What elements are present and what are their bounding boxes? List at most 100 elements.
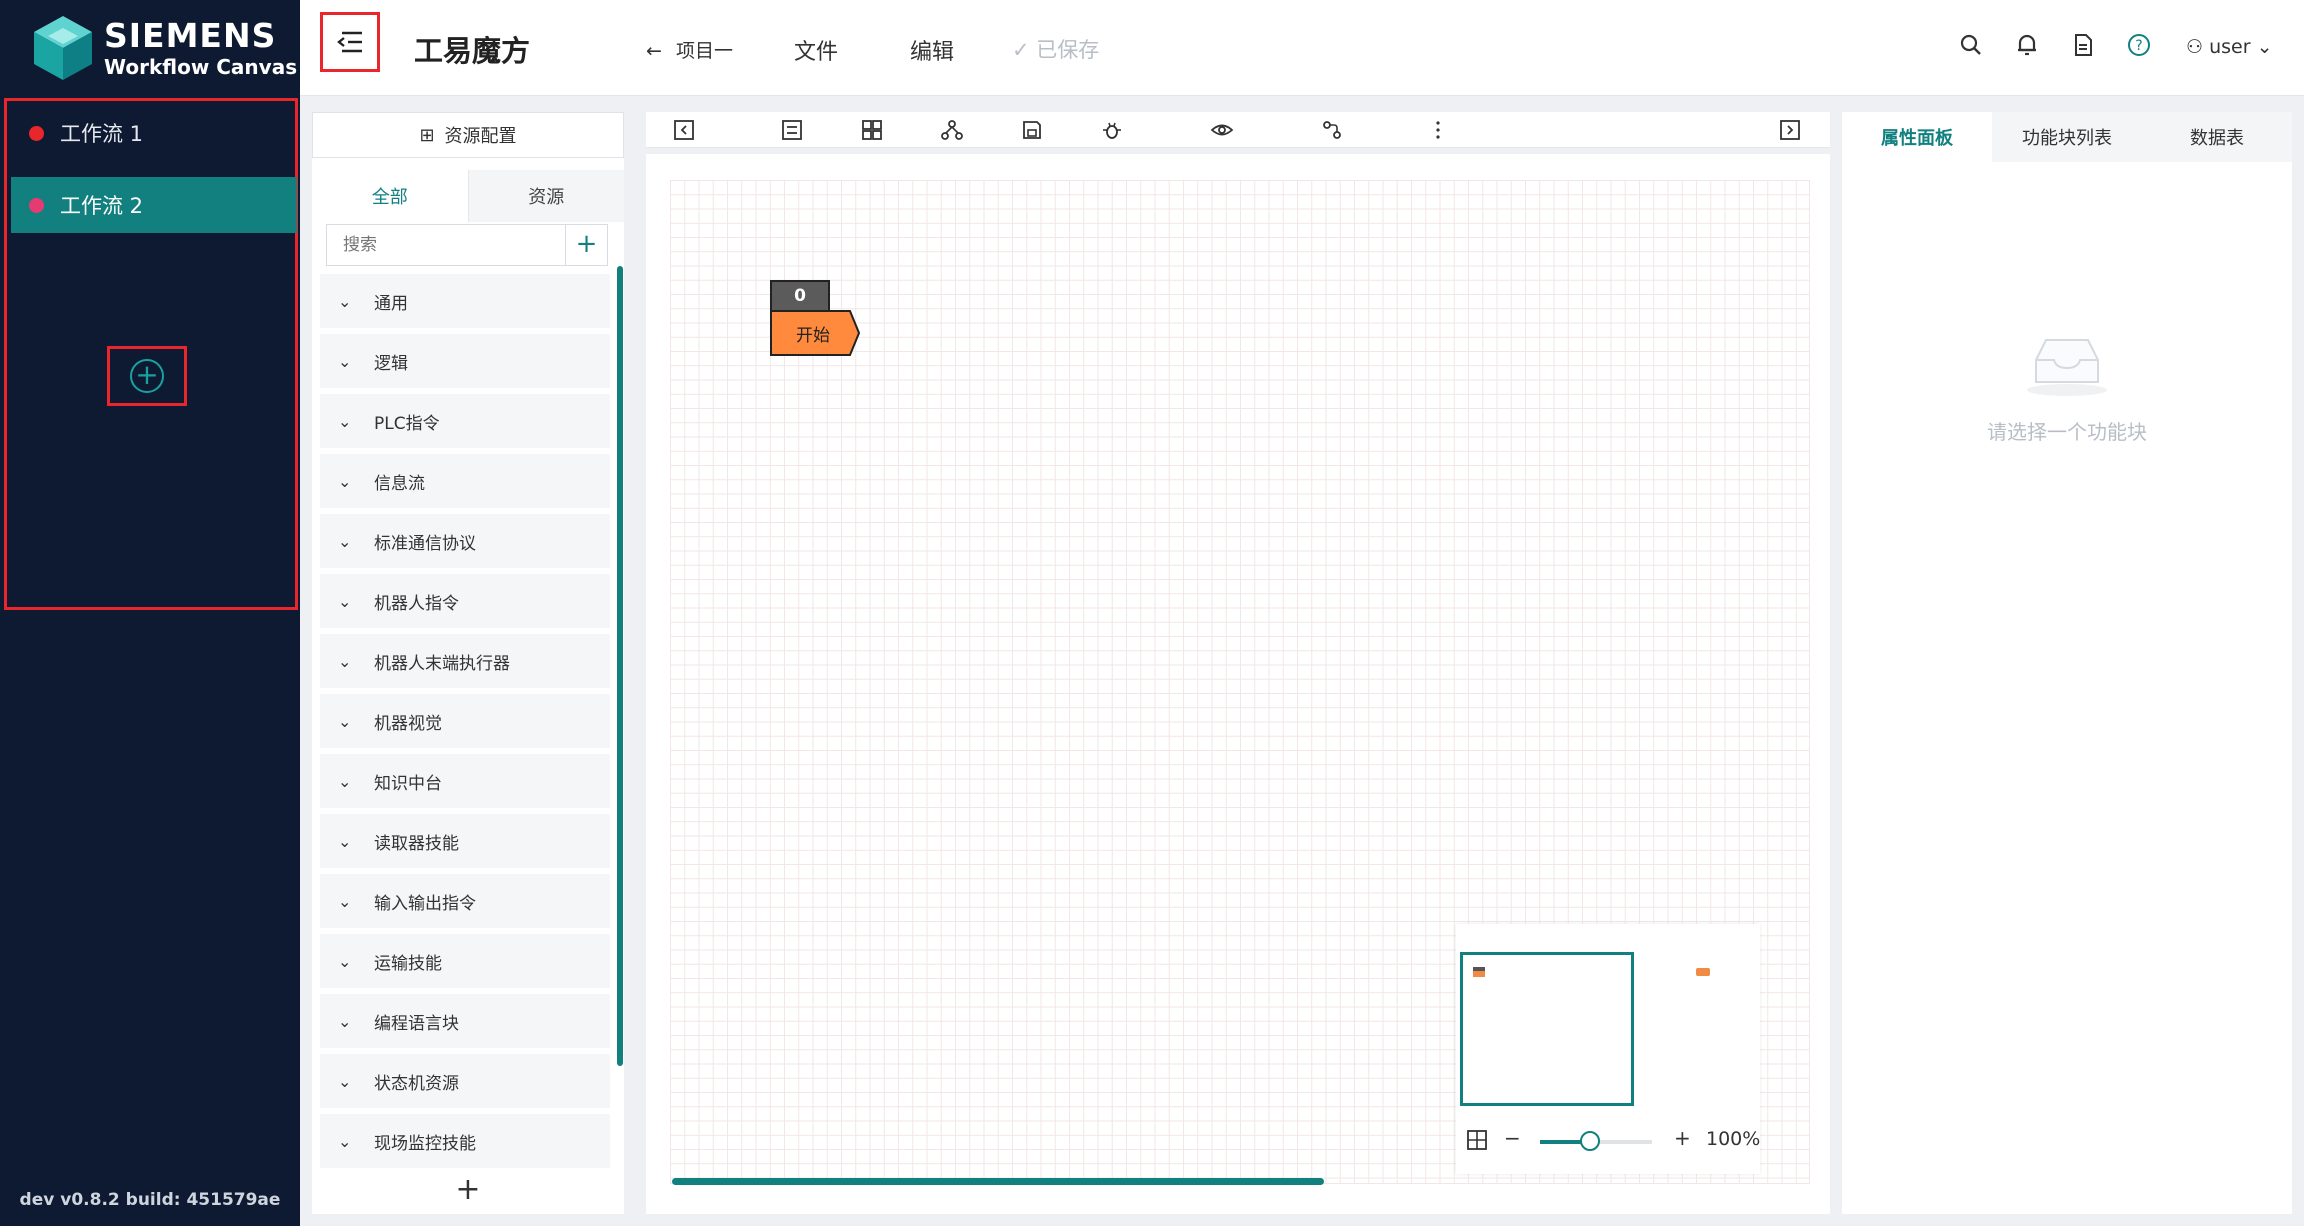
collapse-left-icon[interactable] — [672, 118, 696, 142]
workflow-label: 工作流 1 — [60, 122, 144, 146]
layout-icon[interactable] — [860, 118, 884, 142]
tab-block-list[interactable]: 功能块列表 — [1992, 112, 2142, 162]
chevron-down-icon: ⌄ — [338, 711, 352, 731]
workflow-item-1[interactable]: 工作流 1 — [11, 105, 297, 161]
zoom-out-button[interactable]: − — [1504, 1126, 1521, 1150]
menu-file[interactable]: 文件 — [794, 34, 838, 66]
tab-resources[interactable]: 资源 — [468, 170, 624, 222]
chevron-down-icon: ⌄ — [338, 831, 352, 851]
chevron-down-icon: ⌄ — [338, 531, 352, 551]
category-label: 逻辑 — [374, 353, 408, 374]
category-label: 输入输出指令 — [374, 893, 476, 914]
connection-icon[interactable] — [1320, 118, 1344, 142]
document-icon[interactable] — [2070, 32, 2096, 58]
chevron-down-icon: ⌄ — [338, 1131, 352, 1151]
resource-tabs: 全部 资源 — [312, 170, 624, 222]
category-item[interactable]: ⌄ 信息流 — [320, 454, 610, 508]
start-node[interactable]: 开始 — [770, 310, 861, 356]
search-icon[interactable] — [1958, 32, 1984, 58]
chevron-down-icon: ⌄ — [2256, 36, 2273, 58]
canvas-toolbar — [646, 112, 1830, 148]
category-item[interactable]: ⌄ 编程语言块 — [320, 994, 610, 1048]
category-item[interactable]: ⌄ 机器人末端执行器 — [320, 634, 610, 688]
user-menu[interactable]: ⚇ user ⌄ — [2186, 36, 2273, 58]
chevron-down-icon: ⌄ — [338, 1071, 352, 1091]
settings-panel-icon[interactable] — [780, 118, 804, 142]
chevron-down-icon: ⌄ — [338, 891, 352, 911]
nodes-icon[interactable] — [940, 118, 964, 142]
chevron-down-icon: ⌄ — [338, 951, 352, 971]
category-item[interactable]: ⌄ 运输技能 — [320, 934, 610, 988]
category-item[interactable]: ⌄ 状态机资源 — [320, 1054, 610, 1108]
add-category-button[interactable]: + — [312, 1172, 624, 1207]
debug-bug-icon[interactable] — [1100, 118, 1124, 142]
collapse-sidebar-button[interactable] — [320, 12, 380, 72]
canvas-horizontal-scrollbar[interactable] — [672, 1178, 1324, 1185]
add-resource-button[interactable]: + — [566, 224, 608, 266]
minimap-node — [1473, 967, 1485, 977]
category-item[interactable]: ⌄ 标准通信协议 — [320, 514, 610, 568]
property-panel: 属性面板 功能块列表 数据表 请选择一个功能块 — [1842, 112, 2292, 1214]
brand-name: SIEMENS — [104, 16, 277, 55]
tab-all[interactable]: 全部 — [312, 170, 469, 222]
workflow-canvas[interactable]: 0 开始 − + 100% — [646, 154, 1830, 1214]
chevron-down-icon: ⌄ — [338, 291, 352, 311]
config-icon: ⊞ — [419, 124, 435, 146]
minimap-viewport[interactable] — [1460, 952, 1634, 1106]
minimap[interactable]: − + 100% — [1456, 924, 1760, 1174]
bell-icon[interactable] — [2014, 32, 2040, 58]
workflow-panel: 工作流 1 工作流 2 + — [4, 98, 298, 610]
menu-fold-icon — [337, 31, 362, 53]
menu-edit[interactable]: 编辑 — [910, 34, 954, 66]
category-item[interactable]: ⌄ 输入输出指令 — [320, 874, 610, 928]
category-item[interactable]: ⌄ 知识中台 — [320, 754, 610, 808]
zoom-in-button[interactable]: + — [1674, 1126, 1691, 1150]
zoom-slider-handle[interactable] — [1580, 1131, 1601, 1151]
tab-data-table[interactable]: 数据表 — [2142, 112, 2292, 162]
chevron-down-icon: ⌄ — [338, 591, 352, 611]
category-item[interactable]: ⌄ 通用 — [320, 274, 610, 328]
arrow-left-icon: ← — [646, 40, 662, 62]
collapse-right-icon[interactable] — [1778, 118, 1802, 142]
category-item[interactable]: ⌄ 逻辑 — [320, 334, 610, 388]
empty-text: 请选择一个功能块 — [1987, 420, 2147, 444]
category-label: 信息流 — [374, 473, 425, 494]
app-title: 工易魔方 — [414, 34, 531, 68]
category-label: 通用 — [374, 293, 408, 314]
save-icon[interactable] — [1020, 118, 1044, 142]
empty-inbox-icon — [2027, 339, 2107, 396]
category-label: 现场监控技能 — [374, 1133, 476, 1154]
chevron-down-icon: ⌄ — [338, 351, 352, 371]
category-item[interactable]: ⌄ PLC指令 — [320, 394, 610, 448]
status-dot — [29, 125, 44, 141]
tab-properties[interactable]: 属性面板 — [1842, 112, 1992, 162]
user-name: user — [2209, 36, 2251, 58]
chevron-down-icon: ⌄ — [338, 471, 352, 491]
category-label: 状态机资源 — [374, 1073, 459, 1094]
category-item[interactable]: ⌄ 机器人指令 — [320, 574, 610, 628]
category-item[interactable]: ⌄ 机器视觉 — [320, 694, 610, 748]
category-item[interactable]: ⌄ 读取器技能 — [320, 814, 610, 868]
help-icon[interactable]: ? — [2126, 32, 2152, 58]
fit-view-icon[interactable] — [1466, 1129, 1488, 1151]
user-icon: ⚇ — [2186, 36, 2204, 58]
logo: SIEMENS Workflow Canvas — [32, 14, 297, 82]
search-input[interactable] — [326, 224, 566, 266]
workflow-item-2[interactable]: 工作流 2 — [11, 177, 297, 233]
category-item[interactable]: ⌄ 现场监控技能 — [320, 1114, 610, 1168]
version-label: dev v0.8.2 build: 451579ae — [19, 1190, 281, 1210]
project-back-link[interactable]: ← 项目一 — [646, 36, 733, 63]
svg-text:?: ? — [2135, 38, 2142, 54]
property-tabs: 属性面板 功能块列表 数据表 — [1842, 112, 2292, 162]
add-workflow-button[interactable]: + — [130, 359, 164, 393]
category-label: PLC指令 — [374, 413, 440, 434]
resource-config-button[interactable]: ⊞ 资源配置 — [312, 112, 624, 158]
empty-state: 请选择一个功能块 — [1842, 332, 2292, 445]
workflow-label: 工作流 2 — [60, 194, 144, 218]
category-label: 机器人指令 — [374, 593, 459, 614]
eye-icon[interactable] — [1210, 118, 1234, 142]
start-node-label: 开始 — [796, 326, 830, 346]
more-vertical-icon[interactable] — [1426, 118, 1450, 142]
resource-scrollbar[interactable] — [617, 266, 623, 1066]
category-label: 机器人末端执行器 — [374, 653, 510, 674]
